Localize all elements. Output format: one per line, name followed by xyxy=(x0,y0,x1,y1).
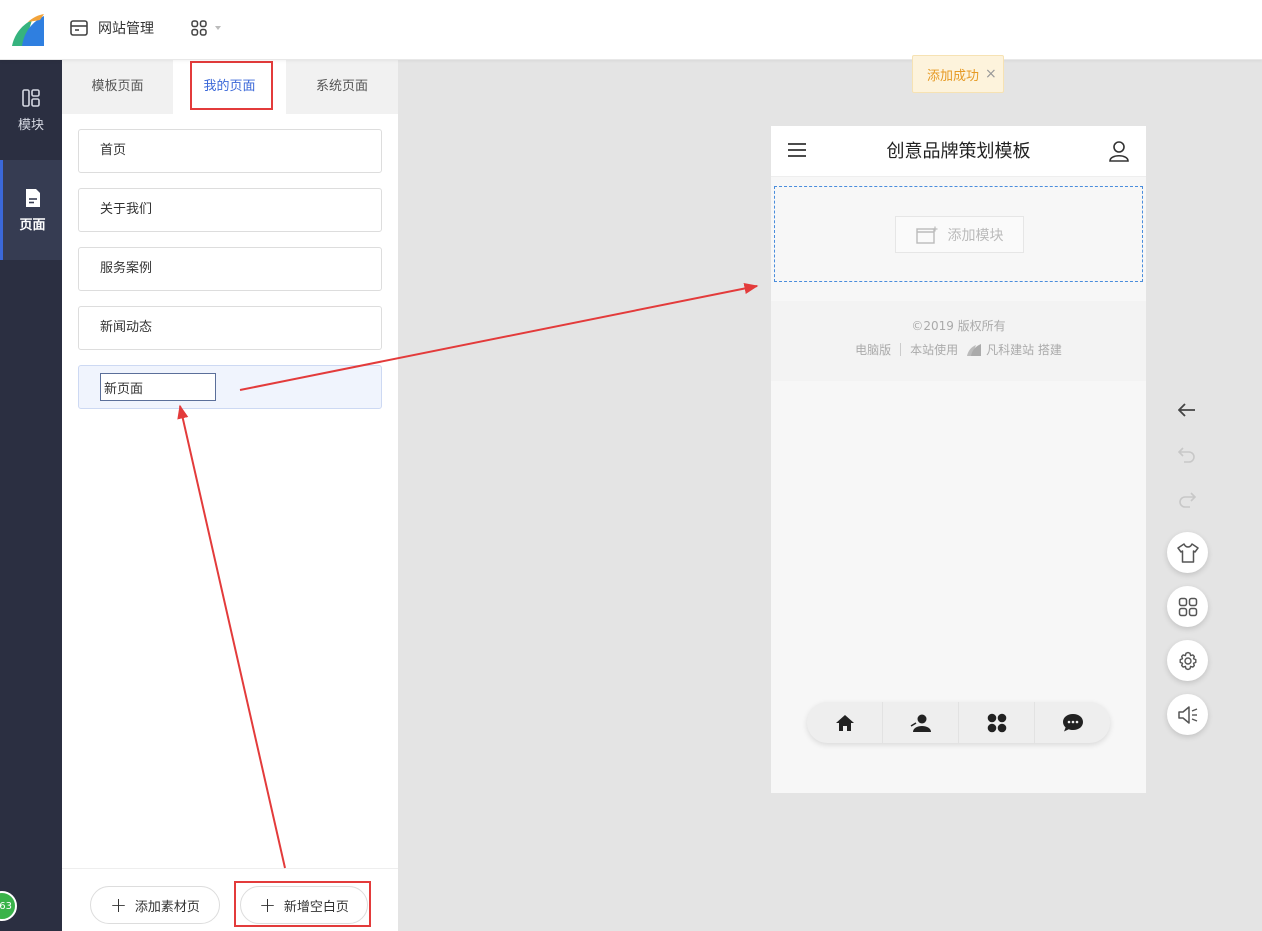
chevron-down-icon xyxy=(215,26,221,30)
nav-profile[interactable] xyxy=(883,702,959,743)
site-management-button[interactable]: 网站管理 xyxy=(70,18,154,38)
announcement-button[interactable] xyxy=(1167,694,1208,735)
undo-icon xyxy=(1178,447,1195,463)
mobile-bottom-nav xyxy=(807,702,1110,743)
add-blank-page-label: 新增空白页 xyxy=(283,899,349,915)
plus-icon: + xyxy=(259,893,276,917)
back-button[interactable] xyxy=(1174,397,1200,423)
apps-button[interactable] xyxy=(1167,586,1208,627)
user-icon[interactable] xyxy=(1109,140,1129,162)
page-tabs: 模板页面 我的页面 系统页面 xyxy=(62,60,398,114)
person-icon xyxy=(910,714,931,732)
nav-categories[interactable] xyxy=(959,702,1035,743)
apps-menu-button[interactable] xyxy=(191,20,221,36)
copyright-text: ©2019 版权所有 xyxy=(911,319,1006,333)
apps-grid-icon xyxy=(1178,597,1197,616)
mobile-preview: 创意品牌策划模板 添加模块 ©2019 版权所有 电脑版 本站使用 凡科建站 搭… xyxy=(771,126,1146,793)
tab-template-pages[interactable]: 模板页面 xyxy=(62,60,173,114)
mobile-site-title: 创意品牌策划模板 xyxy=(886,141,1031,162)
mobile-header: 创意品牌策划模板 xyxy=(771,126,1146,177)
tab-my-pages[interactable]: 我的页面 xyxy=(173,60,286,114)
speaker-icon xyxy=(1177,705,1197,724)
pages-panel: 模板页面 我的页面 系统页面 首页 关于我们 服务案例 新闻动态 + 添加素材页… xyxy=(62,60,398,931)
close-icon[interactable]: × xyxy=(985,66,997,82)
left-rail: 模块 页面 xyxy=(0,60,62,931)
arrow-left-icon xyxy=(1178,403,1195,417)
plus-icon: + xyxy=(110,893,127,917)
modules-icon xyxy=(22,88,40,107)
page-item-news[interactable]: 新闻动态 xyxy=(78,306,382,350)
fanke-logo-icon[interactable] xyxy=(10,12,46,48)
undo-button[interactable] xyxy=(1174,442,1200,468)
page-item-cases[interactable]: 服务案例 xyxy=(78,247,382,291)
rail-item-modules[interactable]: 模块 xyxy=(0,60,62,160)
chat-bubble-icon xyxy=(1062,713,1083,731)
rail-item-modules-label: 模块 xyxy=(17,117,44,133)
rail-item-pages[interactable]: 页面 xyxy=(0,160,62,260)
success-toast: 添加成功 × xyxy=(912,55,1004,93)
page-item-home[interactable]: 首页 xyxy=(78,129,382,173)
theme-style-button[interactable] xyxy=(1167,532,1208,573)
settings-button[interactable] xyxy=(1167,640,1208,681)
desktop-version-link[interactable]: 电脑版 xyxy=(855,341,891,358)
tshirt-icon xyxy=(1176,542,1199,563)
gear-icon xyxy=(1179,651,1196,670)
add-module-label: 添加模块 xyxy=(947,227,1004,244)
top-bar: 网站管理 xyxy=(0,0,1262,60)
home-icon xyxy=(835,714,854,731)
brand-link[interactable]: 凡科建站 搭建 xyxy=(986,341,1062,358)
redo-button[interactable] xyxy=(1174,487,1200,513)
add-blank-page-button[interactable]: + 新增空白页 xyxy=(240,886,368,924)
module-drop-zone[interactable]: 添加模块 xyxy=(774,186,1143,282)
tab-system-pages[interactable]: 系统页面 xyxy=(286,60,398,114)
new-page-name-input[interactable] xyxy=(100,373,216,401)
grid-icon xyxy=(987,713,1006,732)
page-item-new[interactable] xyxy=(78,365,382,409)
panel-footer: + 添加素材页 + 新增空白页 xyxy=(62,868,398,931)
site-management-label: 网站管理 xyxy=(98,21,154,37)
rail-item-pages-label: 页面 xyxy=(19,217,46,233)
page-item-about[interactable]: 关于我们 xyxy=(78,188,382,232)
add-material-page-label: 添加素材页 xyxy=(134,899,200,915)
site-management-icon xyxy=(70,20,88,36)
nav-message[interactable] xyxy=(1035,702,1110,743)
add-module-button[interactable]: 添加模块 xyxy=(895,216,1024,253)
footer-links: 电脑版 本站使用 凡科建站 搭建 xyxy=(771,341,1146,358)
redo-icon xyxy=(1179,492,1196,508)
toast-text: 添加成功 xyxy=(927,68,980,84)
powered-by-text: 本站使用 xyxy=(910,343,959,357)
footer-divider xyxy=(900,343,902,356)
fanke-logo-icon xyxy=(967,343,982,356)
badge-count: 63 xyxy=(0,900,12,912)
nav-home[interactable] xyxy=(807,702,883,743)
page-icon xyxy=(25,188,40,207)
add-module-icon xyxy=(915,226,937,244)
add-material-page-button[interactable]: + 添加素材页 xyxy=(90,886,220,924)
mobile-footer: ©2019 版权所有 电脑版 本站使用 凡科建站 搭建 xyxy=(771,301,1146,381)
apps-grid-icon xyxy=(191,20,207,36)
